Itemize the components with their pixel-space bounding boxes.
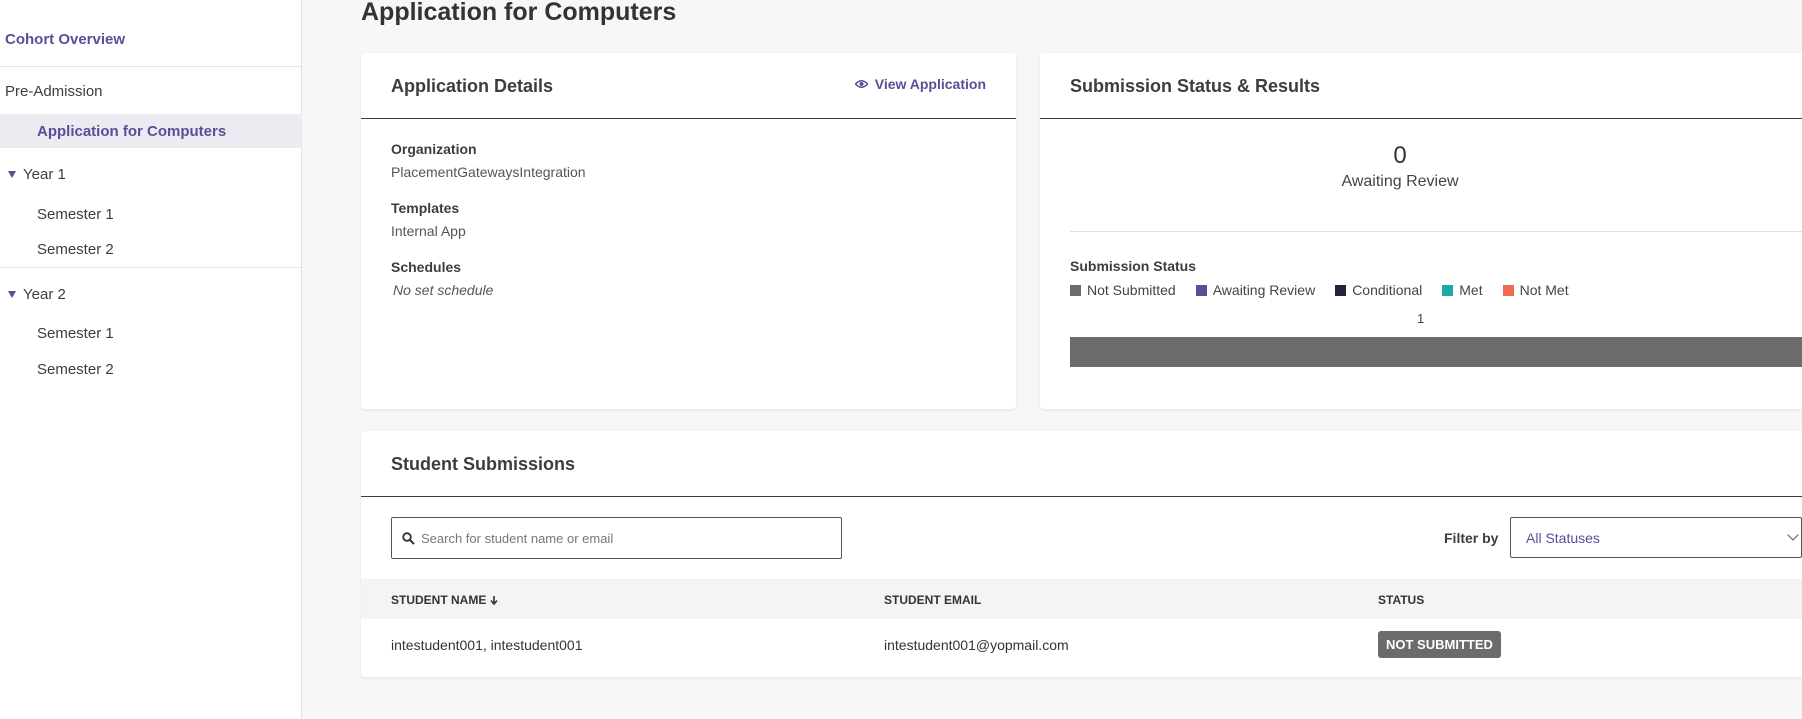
- year-label: Year 2: [23, 286, 66, 303]
- column-header-status[interactable]: STATUS: [1378, 593, 1424, 607]
- view-application-label: View Application: [874, 76, 986, 92]
- column-label: STUDENT NAME: [391, 593, 487, 607]
- submission-status-card: Submission Status & Results 0 Awaiting R…: [1040, 53, 1802, 409]
- student-name-cell: intestudent001, intestudent001: [391, 637, 583, 653]
- legend-swatch: [1442, 284, 1454, 296]
- legend-label: Not Met: [1519, 282, 1569, 298]
- legend-item: Not Met: [1502, 282, 1569, 298]
- status-badge: NOT SUBMITTED: [1378, 631, 1501, 658]
- legend-swatch: [1502, 284, 1514, 296]
- legend-item: Not Submitted: [1070, 282, 1176, 298]
- templates-value: Internal App: [391, 223, 466, 239]
- filter-by-label: Filter by: [1444, 530, 1499, 546]
- chevron-down-icon: [1787, 529, 1799, 541]
- legend-item: Met: [1442, 282, 1483, 298]
- search-icon: [402, 531, 415, 545]
- search-field[interactable]: [391, 517, 842, 559]
- organization-label: Organization: [391, 141, 477, 157]
- page-title: Application for Computers: [361, 0, 677, 26]
- divider: [1070, 231, 1802, 232]
- card-header: Submission Status & Results: [1040, 53, 1802, 119]
- sidebar-item-y1-semester-1[interactable]: Semester 1: [37, 206, 114, 223]
- sidebar-item-y1-semester-2[interactable]: Semester 2: [37, 241, 114, 258]
- sidebar: Cohort Overview Pre-Admission Applicatio…: [0, 0, 302, 719]
- caret-down-icon: [8, 171, 16, 178]
- awaiting-review-label: Awaiting Review: [1341, 173, 1459, 190]
- status-filter-select[interactable]: All Statuses: [1510, 517, 1802, 558]
- schedules-value: No set schedule: [393, 282, 494, 298]
- card-header: Student Submissions: [361, 431, 1802, 497]
- legend-swatch: [1335, 284, 1347, 296]
- submission-status-label: Submission Status: [1070, 258, 1197, 274]
- organization-value: PlacementGatewaysIntegration: [391, 164, 586, 180]
- cohort-overview-link[interactable]: Cohort Overview: [5, 31, 125, 48]
- application-details-card: Application Details View Application Org…: [361, 53, 1016, 409]
- sort-down-arrow-icon: [490, 595, 498, 605]
- legend-swatch: [1195, 284, 1207, 296]
- legend-label: Conditional: [1352, 282, 1423, 298]
- column-header-student-email[interactable]: STUDENT EMAIL: [884, 593, 981, 607]
- sidebar-item-year-1[interactable]: Year 1: [8, 166, 66, 183]
- templates-label: Templates: [391, 200, 460, 216]
- divider: [0, 267, 302, 268]
- caret-down-icon: [8, 291, 16, 298]
- legend-swatch: [1070, 284, 1081, 296]
- sidebar-item-pre-admission[interactable]: Pre-Admission: [5, 83, 103, 100]
- view-application-link[interactable]: View Application: [854, 76, 986, 92]
- card-title: Student Submissions: [391, 454, 576, 474]
- bar-total-label: 1: [1417, 311, 1425, 326]
- legend-label: Met: [1459, 282, 1483, 298]
- table-header: STUDENT NAME STUDENT EMAIL STATUS: [361, 579, 1802, 619]
- column-header-student-name[interactable]: STUDENT NAME: [391, 593, 498, 607]
- divider: [0, 66, 302, 67]
- sidebar-item-y2-semester-1[interactable]: Semester 1: [37, 325, 114, 342]
- sidebar-item-year-2[interactable]: Year 2: [8, 286, 66, 303]
- bar-segment: [1070, 337, 1802, 367]
- table-row[interactable]: intestudent001, intestudent001 intestude…: [361, 619, 1802, 671]
- card-title: Submission Status & Results: [1070, 76, 1321, 96]
- schedules-label: Schedules: [391, 259, 462, 275]
- legend-item: Awaiting Review: [1195, 282, 1316, 298]
- legend-label: Not Submitted: [1087, 282, 1176, 298]
- status-filter-value: All Statuses: [1526, 529, 1600, 546]
- sidebar-item-application-for-computers[interactable]: Application for Computers: [37, 123, 226, 140]
- student-submissions-card: Student Submissions Filter by All Status…: [361, 431, 1802, 677]
- legend-label: Awaiting Review: [1212, 282, 1316, 298]
- card-header: Application Details View Application: [361, 53, 1016, 119]
- year-label: Year 1: [23, 166, 66, 183]
- awaiting-review-count: 0: [1393, 142, 1407, 169]
- legend-item: Conditional: [1335, 282, 1422, 298]
- chart-legend: Not Submitted Awaiting Review Conditional M…: [1070, 282, 1569, 298]
- eye-icon: [854, 80, 868, 88]
- sidebar-item-y2-semester-2[interactable]: Semester 2: [37, 361, 114, 378]
- status-stacked-bar: [1070, 337, 1802, 367]
- student-email-cell: intestudent001@yopmail.com: [884, 637, 1069, 653]
- search-input[interactable]: [421, 530, 821, 546]
- card-title: Application Details: [391, 76, 554, 96]
